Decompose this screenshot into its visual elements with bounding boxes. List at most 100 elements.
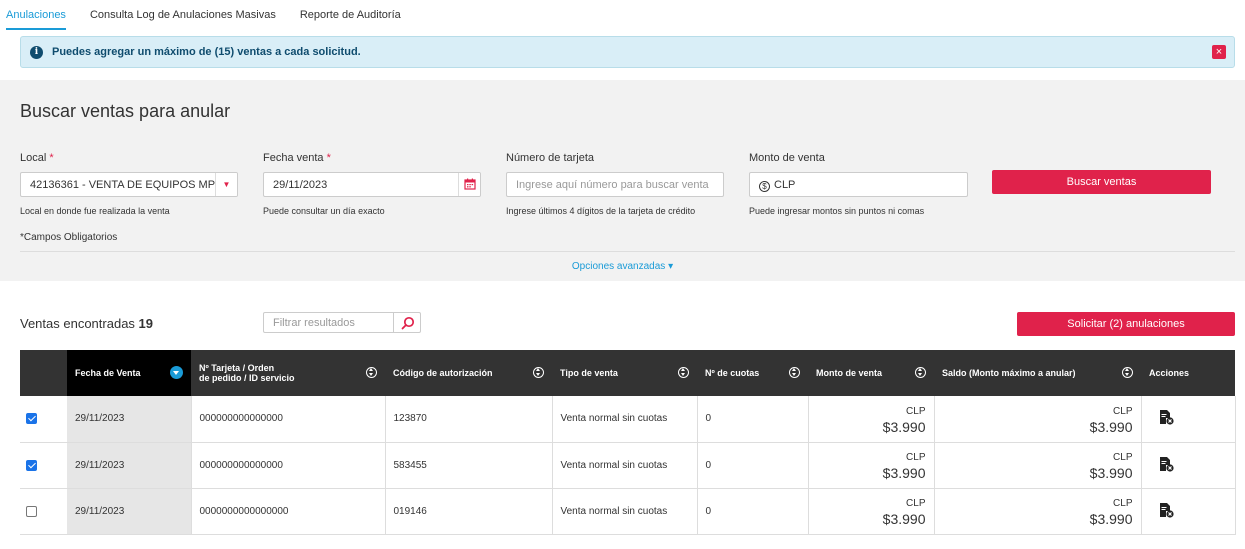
local-select-value: 42136361 - VENTA DE EQUIPOS MPOS — [30, 179, 231, 191]
codigo-cell: 123870 — [385, 396, 553, 443]
table-row: 29/11/2023 0000000000000000 019146 Venta… — [20, 488, 1236, 535]
select-column-header — [20, 350, 67, 396]
column-header-saldo[interactable]: Saldo (Monto máximo a anular) — [934, 350, 1141, 396]
column-header-label: Saldo (Monto máximo a anular) — [942, 368, 1076, 378]
banner-message: Puedes agregar un máximo de (15) ventas … — [52, 46, 361, 58]
column-header-label: Fecha de Venta — [75, 368, 141, 378]
close-banner-button[interactable]: × — [1212, 45, 1226, 59]
filter-placeholder: Filtrar resultados — [273, 317, 355, 329]
tarjeta-hint: Ingrese últimos 4 dígitos de la tarjeta … — [506, 206, 696, 216]
tarjeta-cell: 000000000000000 — [191, 442, 386, 489]
row-select-cell — [20, 442, 67, 489]
search-icon[interactable] — [393, 313, 420, 332]
required-note: *Campos Obligatorios — [20, 232, 118, 243]
buscar-ventas-button[interactable]: Buscar ventas — [992, 170, 1211, 194]
column-header-label: Nº Tarjeta / Orden — [199, 363, 275, 373]
table-row: 29/11/2023 000000000000000 583455 Venta … — [20, 442, 1236, 489]
column-header-fecha[interactable]: Fecha de Venta — [67, 350, 191, 396]
sort-icon[interactable] — [1122, 367, 1133, 378]
row-select-cell — [20, 488, 67, 535]
column-header-label: Código de autorización — [393, 368, 493, 378]
column-header-tipo[interactable]: Tipo de venta — [552, 350, 697, 396]
saldo-cell: CLP $3.990 — [934, 396, 1142, 443]
table-header-row: Fecha de Venta Nº Tarjeta / Orden de pedi… — [20, 350, 1235, 396]
tab-reporte-auditoria[interactable]: Reporte de Auditoría — [300, 0, 401, 30]
local-select[interactable]: 42136361 - VENTA DE EQUIPOS MPOS ▼ — [20, 172, 238, 197]
tipo-cell: Venta normal sin cuotas — [552, 488, 698, 535]
fecha-cell: 29/11/2023 — [67, 442, 192, 489]
sort-icon[interactable] — [789, 367, 800, 378]
codigo-cell: 019146 — [385, 488, 553, 535]
sort-icon[interactable] — [366, 367, 377, 378]
required-mark: * — [49, 152, 54, 164]
monto-hint: Puede ingresar montos sin puntos ni coma… — [749, 206, 925, 216]
local-label: Local — [20, 152, 47, 164]
filter-input[interactable]: Filtrar resultados — [263, 312, 421, 333]
fecha-hint: Puede consultar un día exacto — [263, 206, 385, 216]
monto-input[interactable]: $ CLP — [749, 172, 968, 197]
column-header-codigo[interactable]: Código de autorización — [385, 350, 552, 396]
required-mark: * — [326, 152, 331, 164]
row-checkbox[interactable] — [26, 459, 37, 471]
tab-consulta-log[interactable]: Consulta Log de Anulaciones Masivas — [90, 0, 276, 30]
currency-label: CLP — [906, 452, 926, 463]
solicitar-anulaciones-button[interactable]: Solicitar (2) anulaciones — [1017, 312, 1235, 336]
local-field: Local * 42136361 - VENTA DE EQUIPOS MPOS… — [20, 152, 238, 216]
cuotas-cell: 0 — [697, 442, 809, 489]
column-header-monto[interactable]: Monto de venta — [808, 350, 934, 396]
currency-label: CLP — [1113, 405, 1133, 417]
acciones-cell — [1141, 396, 1236, 443]
sales-table: Fecha de Venta Nº Tarjeta / Orden de pedi… — [20, 350, 1236, 535]
tab-anulaciones[interactable]: Anulaciones — [6, 0, 66, 30]
amount-value: $3.990 — [1089, 418, 1133, 435]
info-icon: i — [30, 46, 43, 59]
advanced-options-link[interactable]: Opciones avanzadas ▾ — [0, 261, 1245, 272]
fecha-cell: 29/11/2023 — [67, 488, 192, 535]
column-header-tarjeta[interactable]: Nº Tarjeta / Orden de pedido / ID servici… — [191, 350, 385, 396]
codigo-cell: 583455 — [385, 442, 553, 489]
monto-cell: CLP $3.990 — [808, 488, 935, 535]
sort-icon[interactable] — [915, 367, 926, 378]
row-checkbox[interactable] — [26, 505, 37, 517]
results-title: Ventas encontradas 19 — [20, 316, 153, 331]
monto-cell: CLP $3.990 — [808, 442, 935, 489]
monto-value: CLP — [774, 179, 796, 191]
fecha-cell: 29/11/2023 — [67, 396, 192, 443]
calendar-icon[interactable] — [458, 173, 480, 196]
saldo-cell: CLP $3.990 — [934, 488, 1142, 535]
tab-bar: Anulaciones Consulta Log de Anulaciones … — [0, 0, 425, 30]
sort-icon[interactable] — [678, 367, 689, 378]
row-checkbox[interactable] — [26, 413, 37, 425]
monto-cell: CLP $3.990 — [808, 396, 935, 443]
monto-field: Monto de venta $ CLP Puede ingresar monto… — [749, 152, 968, 216]
column-header-label: Monto de venta — [816, 368, 883, 378]
amount-value: $3.990 — [882, 418, 926, 435]
tarjeta-cell: 000000000000000 — [191, 396, 386, 443]
saldo-cell: CLP $3.990 — [934, 442, 1142, 489]
fecha-input[interactable]: 29/11/2023 — [263, 172, 481, 197]
cuotas-cell: 0 — [697, 488, 809, 535]
chevron-down-icon[interactable]: ▼ — [215, 173, 237, 196]
cancel-document-icon[interactable] — [1158, 456, 1174, 472]
column-header-acciones: Acciones — [1141, 350, 1235, 396]
tipo-cell: Venta normal sin cuotas — [552, 396, 698, 443]
row-select-cell — [20, 396, 67, 443]
info-banner: i Puedes agregar un máximo de (15) venta… — [20, 36, 1235, 68]
sort-desc-icon[interactable] — [170, 366, 183, 379]
currency-label: CLP — [906, 405, 926, 417]
dollar-icon: $ — [759, 181, 770, 192]
page-title: Buscar ventas para anular — [20, 101, 231, 121]
cuotas-cell: 0 — [697, 396, 809, 443]
tarjeta-label: Número de tarjeta — [506, 152, 595, 164]
local-hint: Local en donde fue realizada la venta — [20, 206, 170, 216]
tarjeta-cell: 0000000000000000 — [191, 488, 386, 535]
column-header-label: Acciones — [1149, 368, 1190, 378]
amount-value: $3.990 — [1089, 511, 1133, 527]
column-header-label: de pedido / ID servicio — [199, 373, 295, 383]
column-header-cuotas[interactable]: Nº de cuotas — [697, 350, 808, 396]
cancel-document-icon[interactable] — [1158, 502, 1174, 518]
tipo-cell: Venta normal sin cuotas — [552, 442, 698, 489]
cancel-document-icon[interactable] — [1158, 409, 1174, 425]
tarjeta-input[interactable]: Ingrese aquí número para buscar venta — [506, 172, 724, 197]
sort-icon[interactable] — [533, 367, 544, 378]
